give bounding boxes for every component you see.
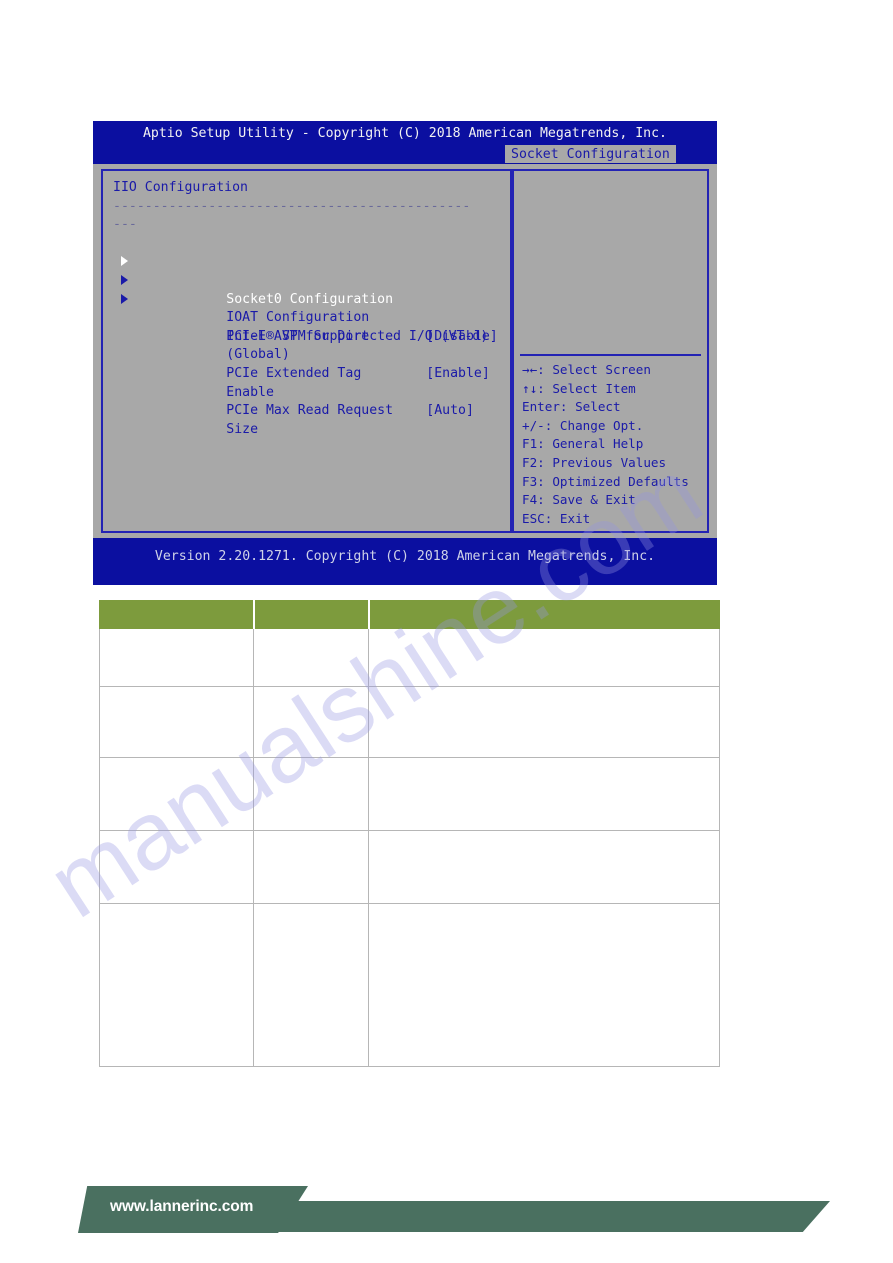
option-label-wrap: Size	[226, 421, 259, 437]
help-key-select-screen: →←: Select Screen	[522, 361, 703, 380]
help-key-f4-save-and-exit: F4: Save & Exit	[522, 491, 703, 510]
help-key: +/-:	[522, 417, 553, 433]
bios-title: Aptio Setup Utility - Copyright (C) 2018…	[142, 126, 667, 141]
table-cell	[253, 628, 369, 687]
help-key-f3-optimized-defaults: F3: Optimized Defaults	[522, 473, 703, 492]
help-key: F4:	[522, 492, 545, 508]
help-action: Select	[567, 399, 621, 415]
help-key: F1:	[522, 436, 545, 452]
submenu-arrow-icon	[121, 256, 128, 267]
footer-website-url[interactable]: www.lannerinc.com	[110, 1198, 253, 1216]
table-cell	[99, 903, 254, 1067]
submenu-arrow-icon	[121, 274, 128, 285]
page-footer-banner: www.lannerinc.com	[0, 1186, 893, 1248]
table-cell	[368, 757, 720, 831]
arrows-left-right-icon: →←:	[522, 362, 545, 377]
table-header-cell	[252, 600, 369, 629]
table-cell	[253, 903, 369, 1067]
option-pci-e-aspm-support-label-wrap: (Global)	[131, 328, 506, 362]
table-row	[99, 686, 720, 758]
bios-version-text: Version 2.20.1271. Copyright (C) 2018 Am…	[154, 549, 656, 564]
help-key: Enter:	[522, 399, 568, 415]
bios-title-bar: Aptio Setup Utility - Copyright (C) 2018…	[93, 121, 717, 164]
help-action: Save & Exit	[544, 492, 636, 508]
table-row	[99, 628, 720, 687]
menu-item-socket0-configuration[interactable]: Socket0 Configuration	[121, 253, 506, 307]
table-header-row	[99, 600, 720, 629]
table-cell	[368, 628, 720, 687]
help-key: F3:	[522, 473, 545, 489]
help-action: Select Screen	[544, 362, 651, 377]
menu-item-intel-vt-for-directed-io[interactable]: Intel® VT for Directed I/O (VT-d)	[121, 291, 506, 344]
bios-version-bar: Version 2.20.1271. Copyright (C) 2018 Am…	[93, 538, 717, 585]
iio-configuration-heading: IIO Configuration	[113, 180, 248, 195]
table-cell	[99, 757, 254, 831]
table-cell	[368, 830, 720, 904]
help-action: Exit	[552, 510, 591, 526]
menu-item-ioat-configuration[interactable]: IOAT Configuration	[121, 272, 506, 325]
bios-body: IIO Configuration ----------------------…	[93, 164, 717, 538]
help-action: Select Item	[544, 380, 636, 396]
table-cell	[99, 628, 254, 687]
table-header-cell	[367, 600, 720, 629]
help-key-f2-previous-values: F2: Previous Values	[522, 454, 703, 473]
help-action: General Help	[544, 436, 644, 452]
table-row	[99, 903, 720, 1067]
help-key-esc-exit: ESC: Exit	[522, 510, 703, 529]
table-cell	[253, 686, 369, 758]
option-pcie-extended-tag-label-wrap: Enable	[131, 365, 506, 400]
help-action: Optimized Defaults	[544, 473, 689, 489]
bios-left-pane: IIO Configuration ----------------------…	[101, 169, 512, 533]
help-key-select-item: ↑↓: Select Item	[522, 380, 703, 399]
help-key-change-opt: +/-: Change Opt.	[522, 417, 703, 436]
table-cell	[368, 686, 720, 758]
table-cell	[99, 686, 254, 758]
table-row	[99, 830, 720, 904]
option-pcie-max-read-request-size[interactable]: PCIe Max Read Request [Auto]	[131, 384, 506, 418]
help-action: Change Opt.	[552, 417, 644, 433]
separator-line: ----------------------------------------…	[113, 198, 471, 214]
table-cell	[253, 830, 369, 904]
option-pcie-extended-tag[interactable]: PCIe Extended Tag [Enable]	[131, 346, 506, 381]
help-key: F2:	[522, 454, 545, 470]
bios-help-pane: →←: Select Screen ↑↓: Select Item Enter:…	[512, 169, 709, 533]
help-pane-divider	[520, 354, 701, 356]
bios-setup-screen: Aptio Setup Utility - Copyright (C) 2018…	[93, 121, 717, 585]
table-row	[99, 757, 720, 831]
table-cell	[368, 903, 720, 1067]
specification-table	[99, 600, 720, 1067]
option-pcie-max-read-request-size-label-wrap: Size	[131, 402, 506, 437]
help-key-enter-select: Enter: Select	[522, 398, 703, 417]
help-key: ESC:	[522, 510, 553, 526]
table-cell	[253, 757, 369, 831]
table-header-cell	[99, 600, 254, 629]
help-action: Previous Values	[544, 454, 667, 470]
separator-line-wrap: ---	[113, 217, 137, 233]
submenu-arrow-icon	[121, 293, 128, 304]
help-key-f1-general-help: F1: General Help	[522, 435, 703, 454]
arrows-up-down-icon: ↑↓:	[522, 380, 545, 396]
table-cell	[99, 830, 254, 904]
tab-socket-configuration[interactable]: Socket Configuration	[505, 145, 676, 163]
option-pci-e-aspm-support[interactable]: PCI-E ASPM Support [Disable]	[131, 309, 506, 344]
